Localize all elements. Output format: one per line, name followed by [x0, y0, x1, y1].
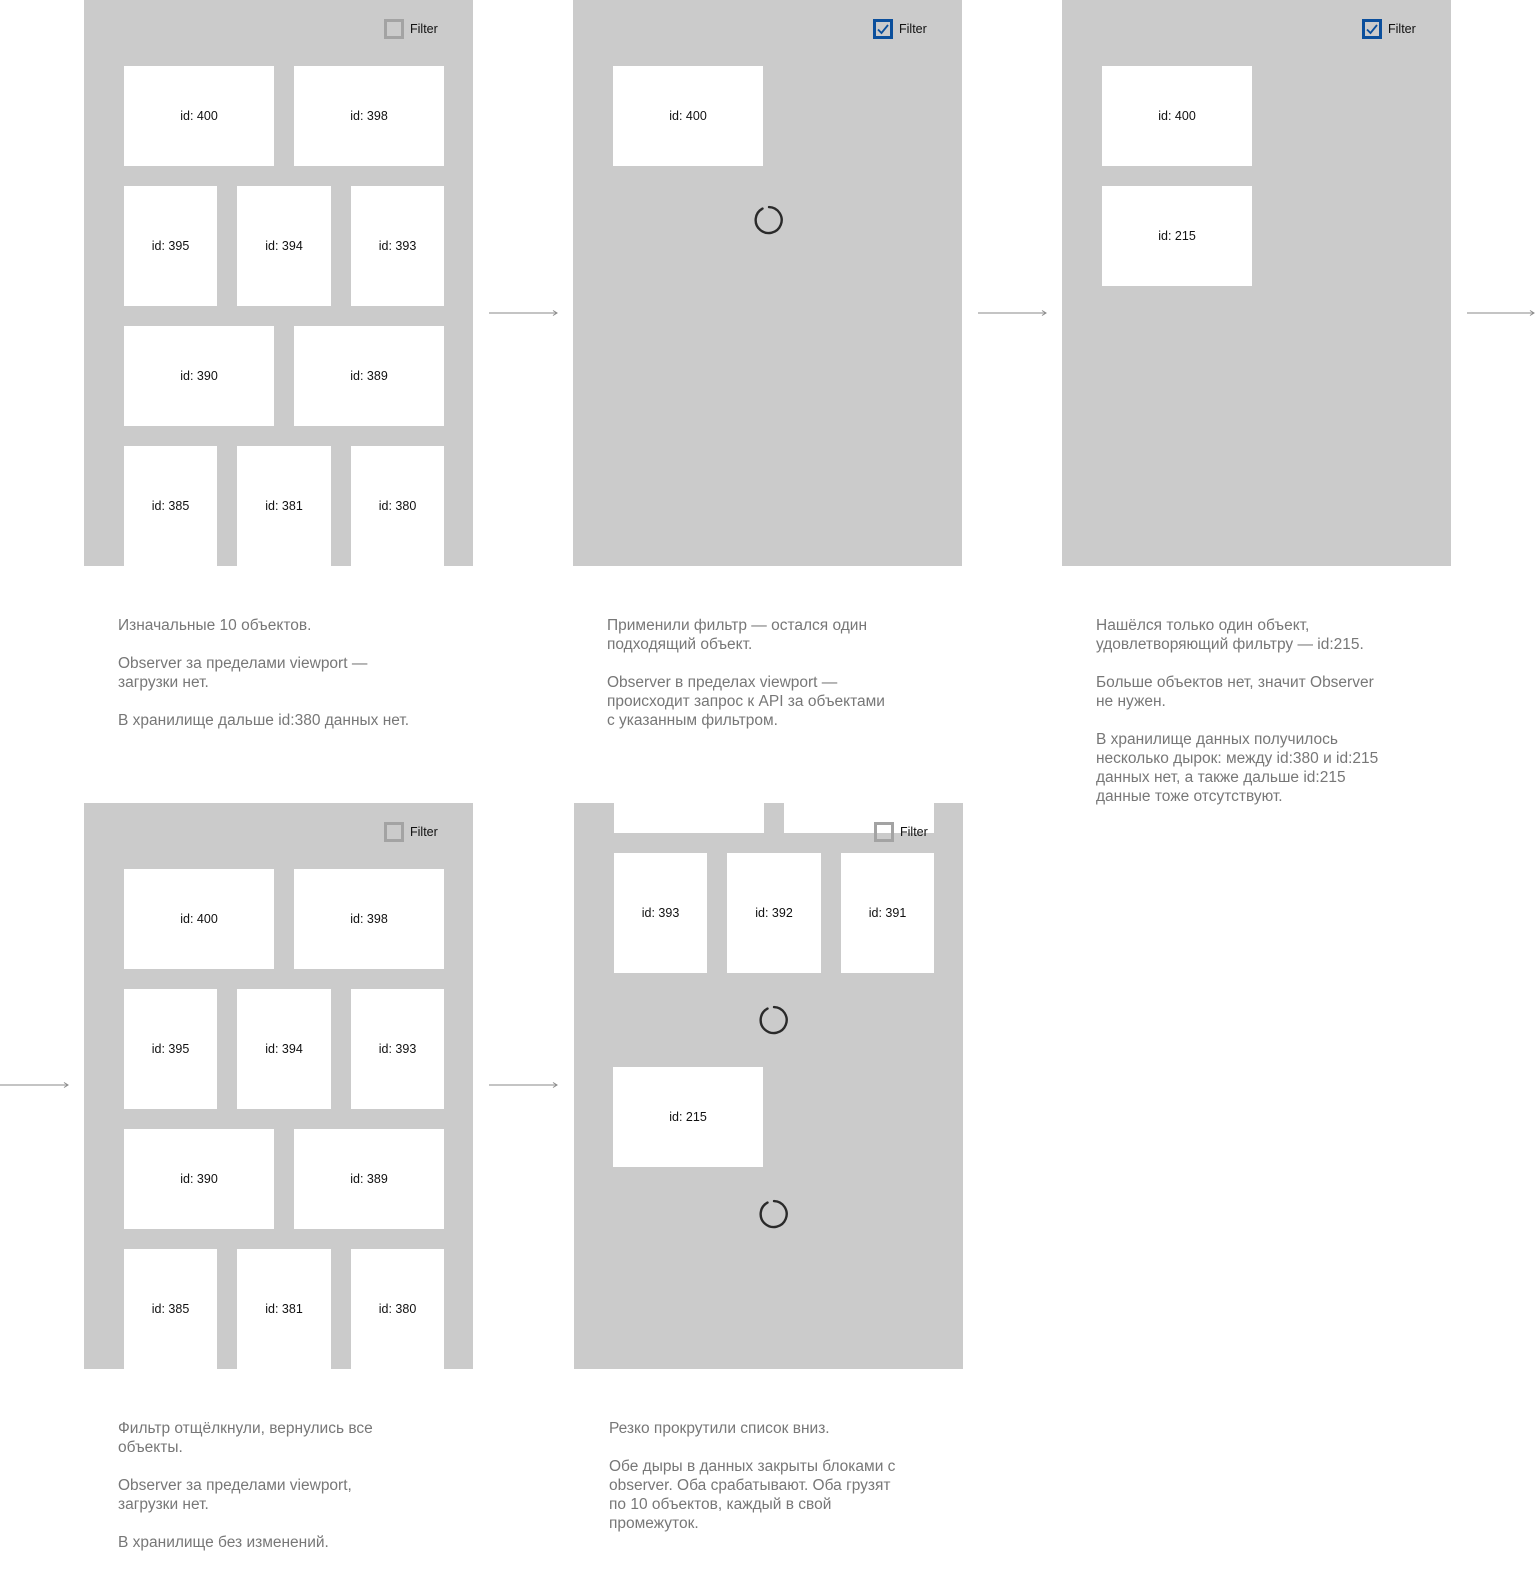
right-arrow-icon: [0, 1082, 69, 1088]
filter-control[interactable]: Filter: [1362, 19, 1416, 39]
description-paragraph: Observer за пределами viewport, загрузки…: [118, 1477, 352, 1513]
item-card: id: 380: [351, 446, 444, 566]
filter-label: Filter: [899, 22, 927, 36]
description-paragraph: Нашёлся только один объект, удовлетворяю…: [1096, 617, 1364, 653]
item-card: id: 398: [294, 869, 444, 969]
item-card: id: 394: [237, 989, 331, 1109]
filter-control[interactable]: Filter: [384, 822, 438, 842]
item-card: id: 389: [294, 1129, 444, 1229]
item-card: id: 385: [124, 446, 217, 566]
frame-initial: Filter id: 400 id: 398 id: 395 id: 394 i…: [84, 0, 473, 566]
item-card-partial: [614, 803, 764, 833]
right-arrow-icon: [1467, 310, 1535, 316]
item-card: id: 393: [351, 989, 444, 1109]
step-description: Применили фильтр — остался один подходящ…: [607, 616, 927, 749]
item-card: id: 395: [124, 989, 217, 1109]
item-card: id: 400: [613, 66, 763, 166]
frame-filter-removed: Filter id: 400 id: 398 id: 395 id: 394 i…: [84, 803, 473, 1369]
filter-control[interactable]: Filter: [873, 19, 927, 39]
item-card: id: 394: [237, 186, 331, 306]
description-paragraph: Observer за пределами viewport — загрузк…: [118, 655, 368, 691]
item-card: id: 393: [351, 186, 444, 306]
filter-label: Filter: [1388, 22, 1416, 36]
filter-control[interactable]: Filter: [384, 19, 438, 39]
description-paragraph: В хранилище без изменений.: [118, 1534, 329, 1551]
frame-filter-applied: Filter id: 400: [573, 0, 962, 566]
description-paragraph: Резко прокрутили список вниз.: [609, 1420, 830, 1437]
description-paragraph: Применили фильтр — остался один подходящ…: [607, 617, 868, 653]
description-paragraph: Больше объектов нет, значит Observer не …: [1096, 674, 1374, 710]
item-card: id: 381: [237, 1249, 331, 1369]
filter-checkbox[interactable]: [384, 19, 404, 39]
step-description: Фильтр отщёлкнули, вернулись все объекты…: [118, 1419, 438, 1571]
item-card: id: 380: [351, 1249, 444, 1369]
item-card: id: 389: [294, 326, 444, 426]
item-card: id: 391: [841, 853, 934, 973]
step-description: Изначальные 10 объектов. Observer за пре…: [118, 616, 438, 749]
filter-checkbox[interactable]: [1362, 19, 1382, 39]
item-card: id: 400: [1102, 66, 1252, 166]
filter-checkbox[interactable]: [384, 822, 404, 842]
right-arrow-icon: [978, 310, 1047, 316]
item-card: id: 390: [124, 1129, 274, 1229]
item-card: id: 393: [614, 853, 707, 973]
item-card: id: 385: [124, 1249, 217, 1369]
item-card: id: 398: [294, 66, 444, 166]
item-card: id: 400: [124, 66, 274, 166]
frame-scrolled-down: Filter id: 393 id: 392 id: 391 id: 215: [574, 803, 963, 1369]
frame-filter-result: Filter id: 400 id: 215: [1062, 0, 1451, 566]
filter-label: Filter: [410, 22, 438, 36]
step-description: Нашёлся только один объект, удовлетворяю…: [1096, 616, 1416, 825]
right-arrow-icon: [489, 310, 558, 316]
loading-spinner-icon: [754, 205, 783, 235]
description-paragraph: В хранилище данных получилось несколько …: [1096, 731, 1379, 805]
filter-control[interactable]: Filter: [874, 822, 928, 842]
description-paragraph: Observer в пределах viewport — происходи…: [607, 674, 885, 729]
filter-label: Filter: [410, 825, 438, 839]
item-card: id: 215: [613, 1067, 763, 1167]
checkmark-icon: [1366, 24, 1378, 35]
description-paragraph: Изначальные 10 объектов.: [118, 617, 312, 634]
right-arrow-icon: [489, 1082, 558, 1088]
description-paragraph: Фильтр отщёлкнули, вернулись все объекты…: [118, 1420, 373, 1456]
filter-checkbox[interactable]: [874, 822, 894, 842]
description-paragraph: Обе дыры в данных закрыты блоками с obse…: [609, 1458, 896, 1532]
loading-spinner-icon: [759, 1199, 788, 1229]
filter-label: Filter: [900, 825, 928, 839]
description-paragraph: В хранилище дальше id:380 данных нет.: [118, 712, 410, 729]
item-card: id: 395: [124, 186, 217, 306]
item-card: id: 390: [124, 326, 274, 426]
checkmark-icon: [877, 24, 889, 35]
loading-spinner-icon: [759, 1005, 788, 1035]
item-card: id: 400: [124, 869, 274, 969]
item-card: id: 381: [237, 446, 331, 566]
item-card: id: 215: [1102, 186, 1252, 286]
item-card: id: 392: [727, 853, 821, 973]
filter-checkbox[interactable]: [873, 19, 893, 39]
step-description: Резко прокрутили список вниз. Обе дыры в…: [609, 1419, 929, 1552]
